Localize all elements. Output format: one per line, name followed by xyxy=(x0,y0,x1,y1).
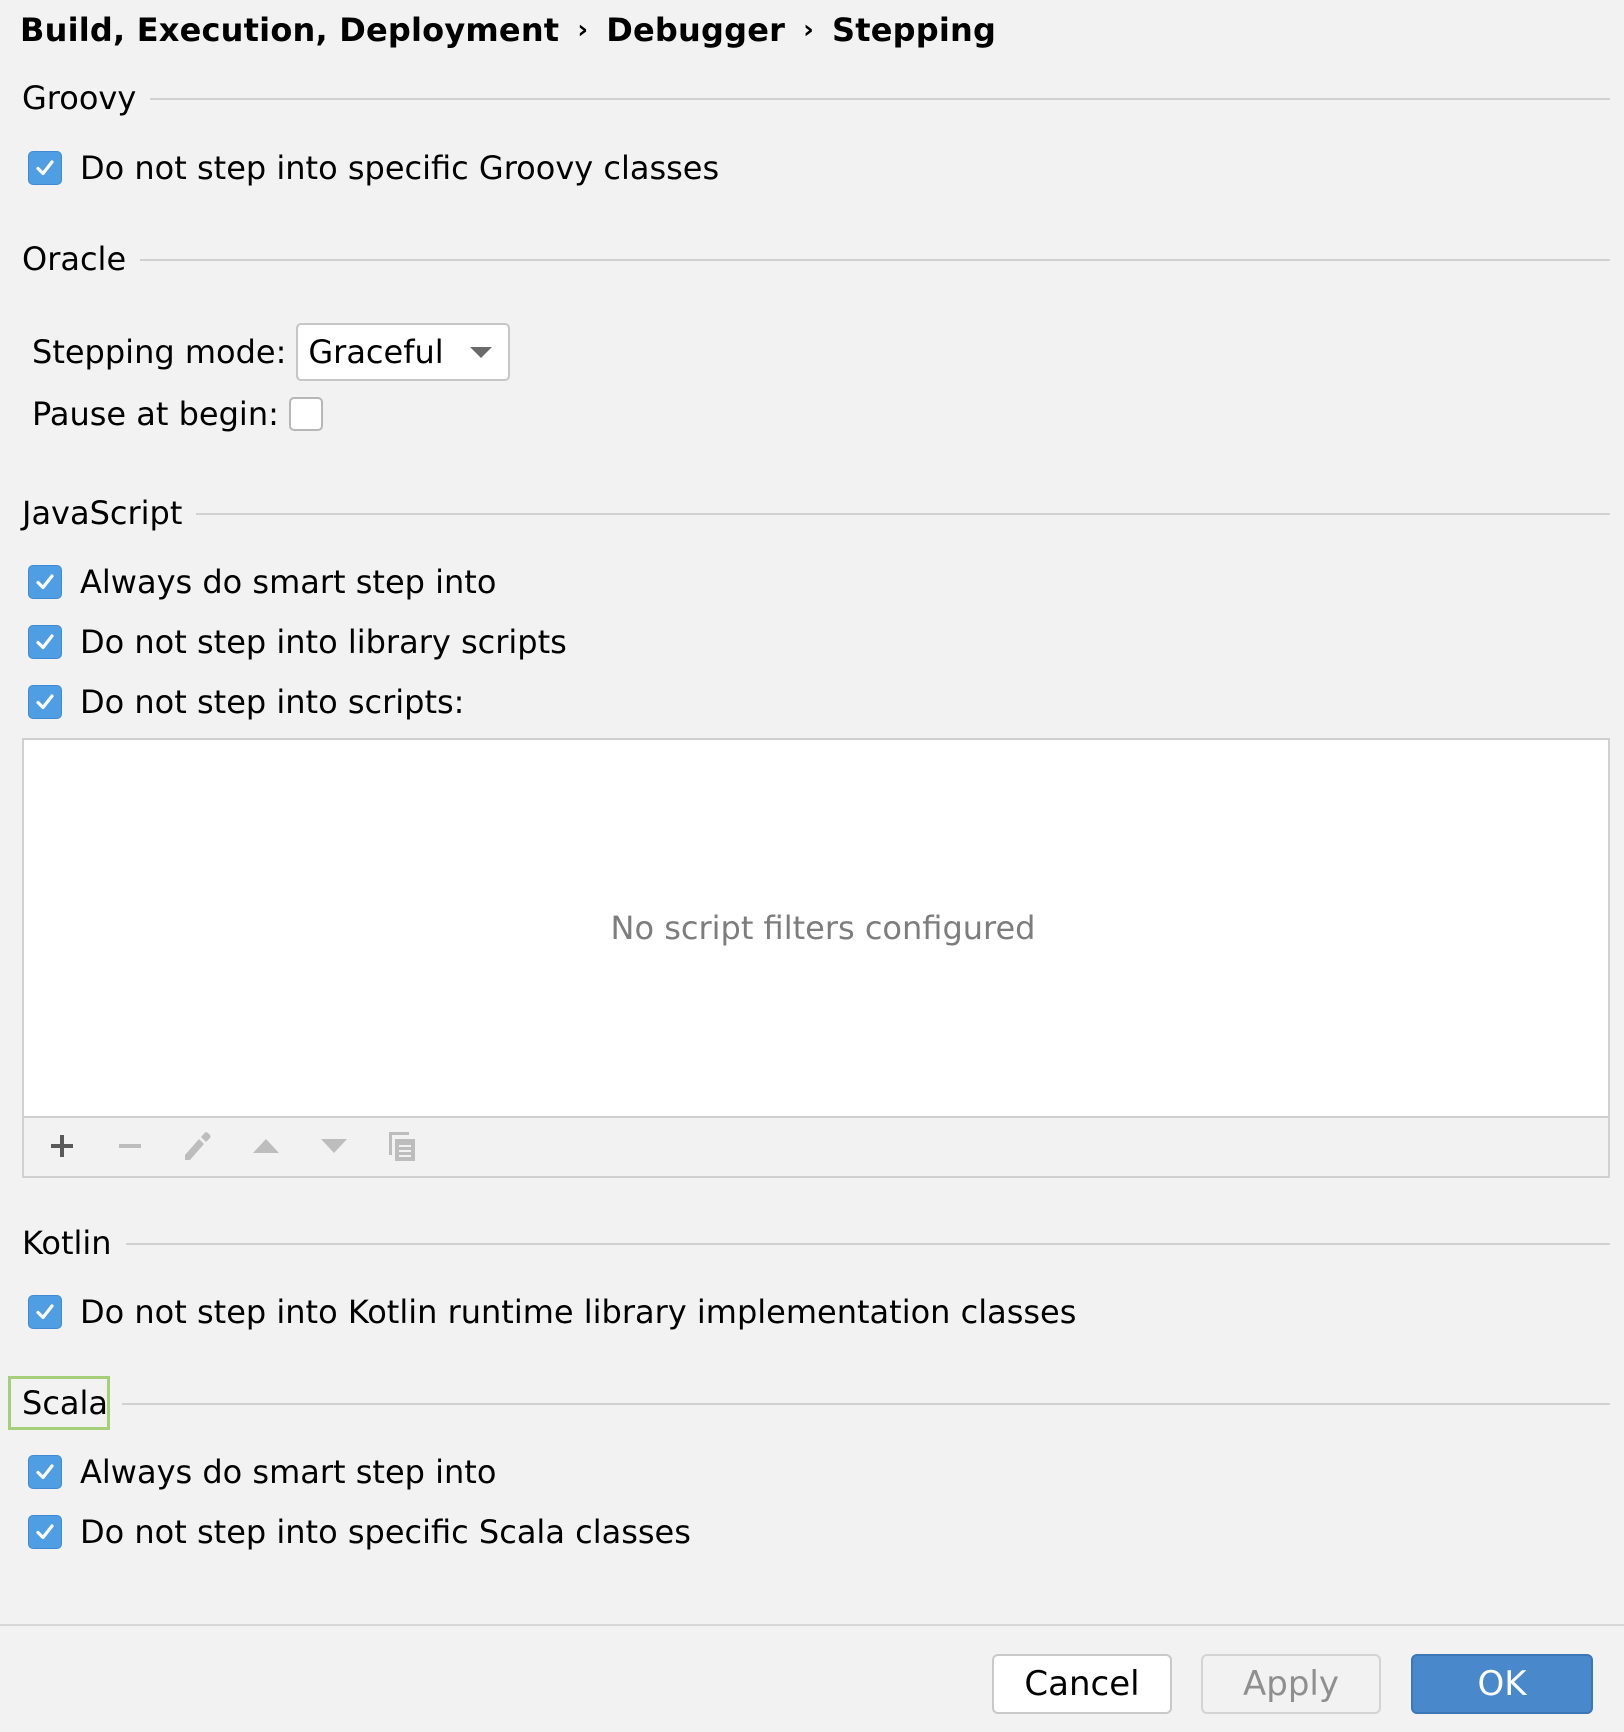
stepping-mode-value: Graceful xyxy=(308,333,444,371)
edit-filter-button[interactable] xyxy=(178,1126,218,1166)
breadcrumb: Build, Execution, Deployment › Debugger … xyxy=(20,8,996,52)
checkbox-label: Always do smart step into xyxy=(80,563,497,601)
section-header-kotlin: Kotlin xyxy=(22,1223,1610,1263)
section-header-groovy: Groovy xyxy=(22,78,1610,118)
pause-at-begin-row: Pause at begin: xyxy=(32,382,341,446)
breadcrumb-item-build[interactable]: Build, Execution, Deployment xyxy=(20,11,559,49)
section-header-javascript: JavaScript xyxy=(22,493,1610,533)
section-divider xyxy=(196,513,1610,515)
plus-icon xyxy=(51,1135,73,1157)
checkbox-checked-icon[interactable] xyxy=(28,685,62,719)
breadcrumb-item-stepping: Stepping xyxy=(832,11,997,49)
script-filters-panel: No script filters configured xyxy=(22,738,1610,1178)
section-header-oracle: Oracle xyxy=(22,239,1610,279)
pause-at-begin-label: Pause at begin: xyxy=(32,395,279,433)
checkbox-checked-icon[interactable] xyxy=(28,1515,62,1549)
copy-filter-button[interactable] xyxy=(382,1126,422,1166)
cancel-button[interactable]: Cancel xyxy=(992,1654,1172,1714)
checkbox-checked-icon[interactable] xyxy=(28,625,62,659)
breadcrumb-item-debugger[interactable]: Debugger xyxy=(606,11,785,49)
add-filter-button[interactable] xyxy=(42,1126,82,1166)
section-divider xyxy=(140,259,1610,261)
copy-icon xyxy=(389,1132,415,1161)
section-divider xyxy=(150,98,1610,100)
chevron-down-icon xyxy=(470,346,493,358)
remove-filter-button[interactable] xyxy=(110,1126,150,1166)
section-divider xyxy=(122,1403,1610,1405)
checkbox-checked-icon[interactable] xyxy=(28,565,62,599)
minus-icon xyxy=(119,1144,141,1148)
apply-button[interactable]: Apply xyxy=(1201,1654,1381,1714)
script-filters-list[interactable]: No script filters configured xyxy=(24,740,1608,1118)
section-title: Oracle xyxy=(22,240,127,278)
checkbox-label: Do not step into library scripts xyxy=(80,623,567,661)
section-title: Scala xyxy=(22,1384,109,1422)
section-divider xyxy=(125,1243,1610,1245)
checkbox-checked-icon[interactable] xyxy=(28,151,62,185)
section-title: JavaScript xyxy=(22,494,183,532)
checkbox-js-library-scripts[interactable]: Do not step into library scripts xyxy=(28,622,567,662)
empty-state-text: No script filters configured xyxy=(610,909,1036,947)
breadcrumb-separator-icon: › xyxy=(577,15,589,45)
checkbox-js-scripts[interactable]: Do not step into scripts: xyxy=(28,682,464,722)
move-up-button[interactable] xyxy=(246,1126,286,1166)
stepping-mode-dropdown[interactable]: Graceful xyxy=(296,323,511,381)
stepping-mode-row: Stepping mode: Graceful xyxy=(32,320,511,384)
checkbox-label: Do not step into specific Scala classes xyxy=(80,1513,691,1551)
move-down-icon xyxy=(321,1139,347,1153)
move-up-icon xyxy=(253,1139,279,1153)
pencil-icon xyxy=(185,1132,211,1160)
section-title: Groovy xyxy=(22,79,137,117)
section-title: Kotlin xyxy=(22,1224,112,1262)
checkbox-scala-smart-step-into[interactable]: Always do smart step into xyxy=(28,1452,496,1492)
checkbox-label: Always do smart step into xyxy=(80,1453,497,1491)
footer-divider xyxy=(0,1624,1624,1626)
section-header-scala: Scala xyxy=(22,1383,1610,1423)
move-down-button[interactable] xyxy=(314,1126,354,1166)
checkbox-label: Do not step into scripts: xyxy=(80,683,465,721)
checkbox-checked-icon[interactable] xyxy=(28,1455,62,1489)
ok-button[interactable]: OK xyxy=(1411,1654,1593,1714)
breadcrumb-separator-icon: › xyxy=(803,15,815,45)
stepping-mode-label: Stepping mode: xyxy=(32,333,287,371)
pause-at-begin-checkbox[interactable] xyxy=(288,397,323,431)
checkbox-groovy-specific-classes[interactable]: Do not step into specific Groovy classes xyxy=(28,148,719,188)
checkbox-kotlin-runtime-classes[interactable]: Do not step into Kotlin runtime library … xyxy=(28,1292,1076,1332)
checkbox-scala-specific-classes[interactable]: Do not step into specific Scala classes xyxy=(28,1512,691,1552)
checkbox-js-smart-step-into[interactable]: Always do smart step into xyxy=(28,562,496,602)
checkbox-checked-icon[interactable] xyxy=(28,1295,62,1329)
checkbox-label: Do not step into specific Groovy classes xyxy=(80,149,720,187)
checkbox-label: Do not step into Kotlin runtime library … xyxy=(80,1293,1077,1331)
script-filters-toolbar xyxy=(24,1116,1608,1176)
